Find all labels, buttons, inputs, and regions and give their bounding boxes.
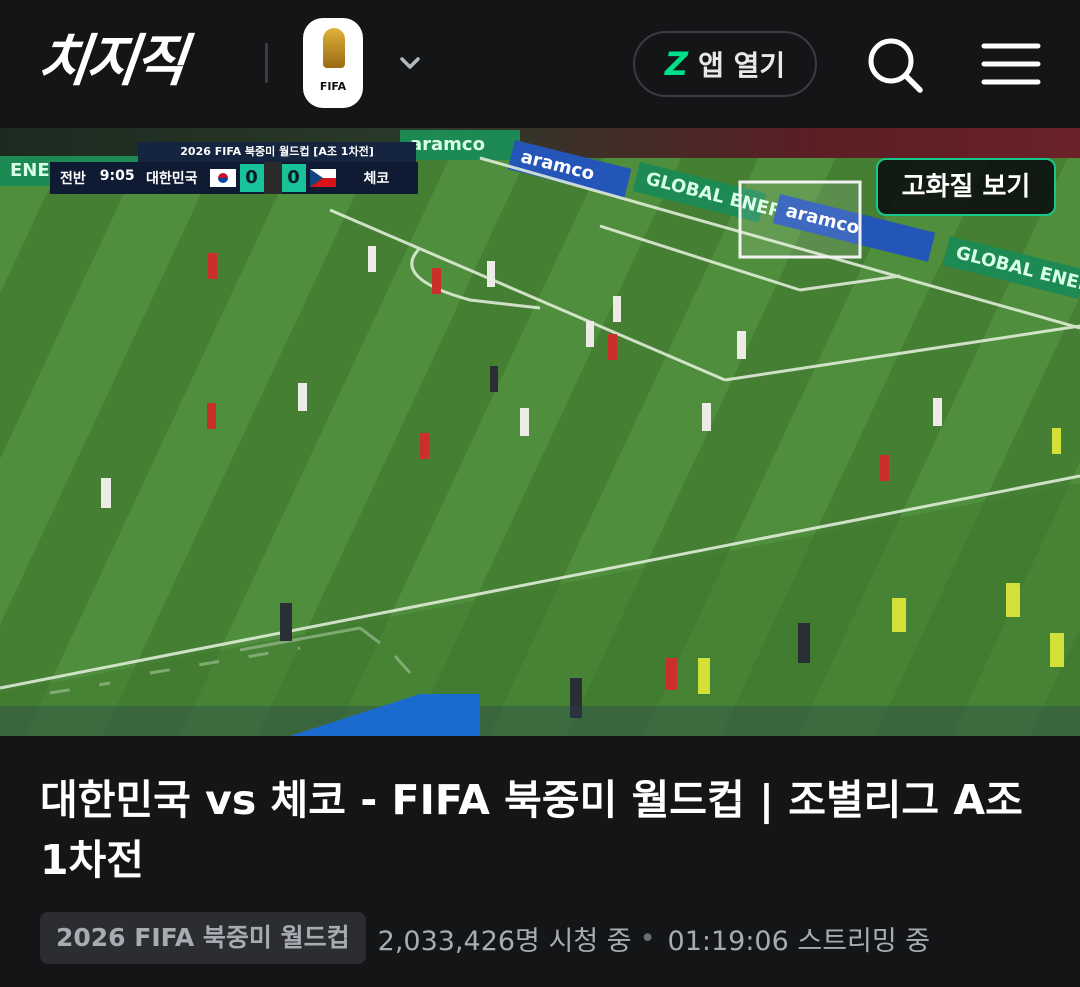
chevron-down-icon[interactable] (395, 48, 425, 78)
home-score: 0 (239, 164, 264, 192)
scorebug-row: 전반 9:05 대한민국 0 0 체코 (50, 162, 418, 194)
away-score: 0 (281, 164, 306, 192)
meta-separator: • (639, 922, 656, 954)
trophy-icon (323, 28, 345, 68)
top-header: 치지직 FIFA Z 앱 열기 (0, 0, 1080, 128)
high-quality-button[interactable]: 고화질 보기 (876, 158, 1056, 216)
category-tag[interactable]: 2026 FIFA 북중미 월드컵 (40, 912, 366, 964)
viewer-count: 2,033,426명 시청 중 (377, 925, 632, 957)
video-player[interactable]: ENERGY aramco aramco GLOBAL ENERGY PARTN… (0, 128, 1080, 736)
stream-meta: 2026 FIFA 북중미 월드컵 2,033,426명 시청 중 • 01:1… (40, 912, 930, 964)
stream-title: 대한민국 vs 체코 - FIFA 북중미 월드컵 | 조별리그 A조 1차전 (40, 776, 1023, 884)
home-team-name: 대한민국 (146, 171, 198, 187)
korea-flag-icon (209, 169, 236, 187)
hamburger-menu-icon[interactable] (978, 40, 1044, 88)
open-app-label: 앱 열기 (698, 49, 786, 82)
scorebug-title: 2026 FIFA 북중미 월드컵 [A조 1차전] (138, 142, 416, 162)
search-icon[interactable] (862, 32, 928, 98)
fifa-badge-label: FIFA (319, 80, 347, 93)
away-team-name: 체코 (363, 171, 390, 187)
match-clock: 전반 9:05 (50, 168, 138, 188)
match-period: 전반 (60, 171, 86, 187)
world-cup-badge[interactable]: FIFA (303, 18, 363, 108)
scorebug-separator (263, 162, 282, 194)
chzzk-logo[interactable]: 치지직 (34, 28, 187, 96)
open-app-button[interactable]: Z 앱 열기 (633, 31, 817, 97)
stream-uptime: 01:19:06 스트리밍 중 (667, 925, 931, 957)
pitch-markings (0, 156, 1080, 736)
chzzk-z-icon: Z (664, 45, 689, 83)
czech-flag-icon (309, 169, 336, 187)
header-divider (265, 43, 268, 83)
match-time: 9:05 (99, 168, 135, 184)
